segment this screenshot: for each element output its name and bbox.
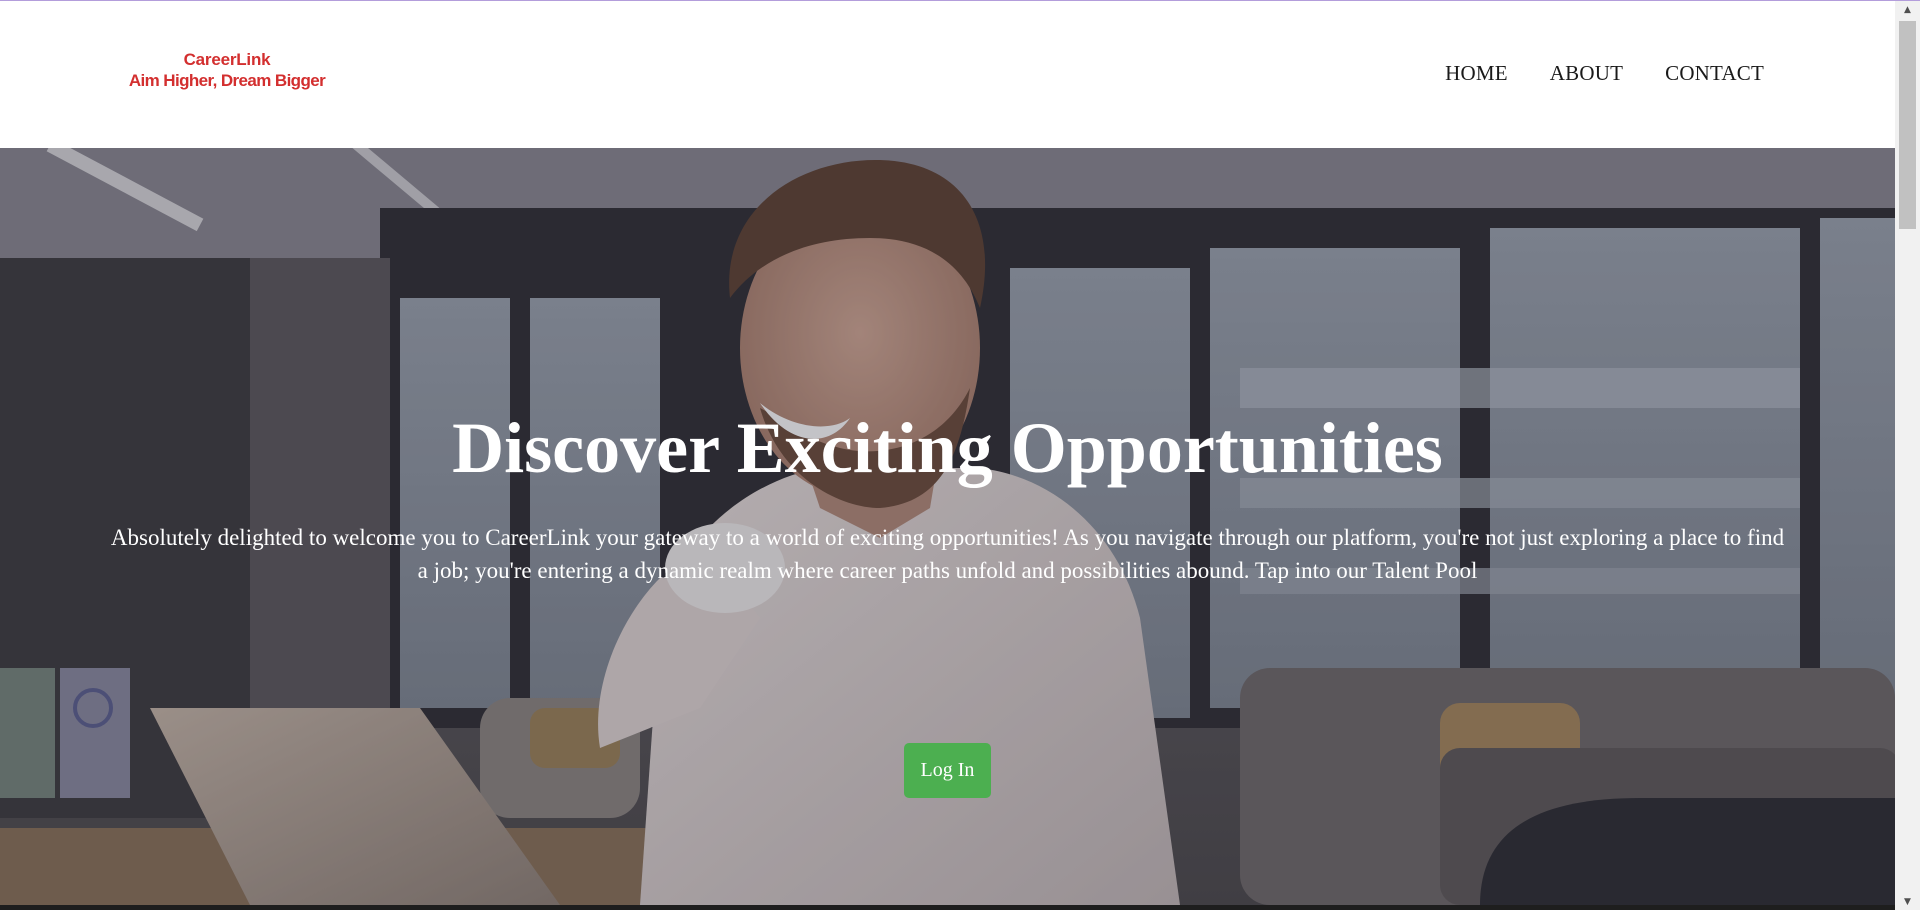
scroll-up-arrow-icon[interactable]: ▲ (1895, 1, 1920, 18)
logo[interactable]: CareerLink Aim Higher, Dream Bigger (118, 49, 336, 91)
hero-title: Discover Exciting Opportunities (452, 408, 1443, 488)
login-button[interactable]: Log In (904, 743, 991, 798)
logo-tagline: Aim Higher, Dream Bigger (128, 71, 326, 90)
main-nav: HOME ABOUT CONTACT (1445, 61, 1764, 86)
page: CareerLink Aim Higher, Dream Bigger HOME… (0, 0, 1895, 910)
scrollbar-thumb[interactable] (1899, 21, 1916, 229)
nav-about-link[interactable]: ABOUT (1550, 61, 1623, 86)
hero-section: Discover Exciting Opportunities Absolute… (0, 148, 1895, 905)
logo-brand-name: CareerLink (183, 50, 271, 69)
nav-contact-link[interactable]: CONTACT (1665, 61, 1764, 86)
scroll-down-arrow-icon[interactable]: ▼ (1895, 893, 1920, 910)
vertical-scrollbar[interactable]: ▲ ▼ (1895, 1, 1920, 910)
nav-home-link[interactable]: HOME (1445, 61, 1508, 86)
hero-bottom-bar (0, 905, 1895, 910)
hero-description: Absolutely delighted to welcome you to C… (110, 525, 1785, 583)
site-header: CareerLink Aim Higher, Dream Bigger HOME… (0, 1, 1895, 148)
